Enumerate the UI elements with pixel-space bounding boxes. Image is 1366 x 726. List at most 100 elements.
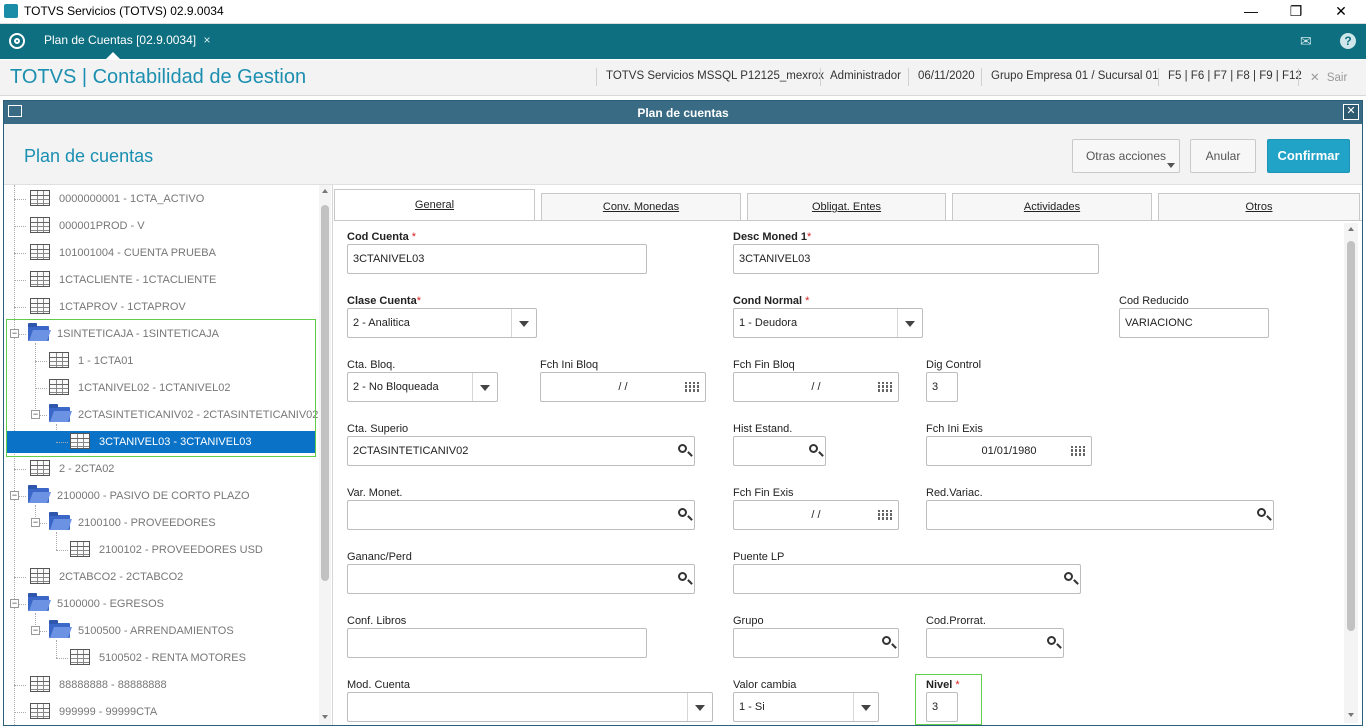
desc-moned1-input[interactable]: 3CTANIVEL03 bbox=[733, 244, 1099, 274]
dig-control-input[interactable]: 3 bbox=[926, 372, 958, 402]
dropdown-arrow-icon[interactable] bbox=[853, 693, 878, 721]
collapse-icon[interactable]: − bbox=[31, 518, 40, 527]
collapse-icon[interactable]: − bbox=[31, 626, 40, 635]
cta-bloq-select[interactable]: 2 - No Bloqueada bbox=[347, 372, 498, 402]
conf-libros-input[interactable] bbox=[347, 628, 647, 658]
tree-node[interactable]: 101001004 - CUENTA PRUEBA bbox=[4, 242, 316, 264]
search-icon[interactable] bbox=[1064, 572, 1073, 581]
mod-cuenta-label: Mod. Cuenta bbox=[347, 679, 410, 691]
confirm-button[interactable]: Confirmar bbox=[1267, 139, 1350, 173]
cond-normal-select[interactable]: 1 - Deudora bbox=[733, 308, 923, 338]
scroll-down-icon[interactable] bbox=[1348, 713, 1354, 717]
tree-node[interactable]: − 1SINTETICAJA - 1SINTETICAJA bbox=[4, 323, 316, 345]
scroll-up-icon[interactable] bbox=[322, 189, 328, 193]
search-icon[interactable] bbox=[678, 508, 687, 517]
dialog-close-button[interactable]: ✕ bbox=[1343, 104, 1359, 120]
tree-node[interactable]: 1CTANIVEL02 - 1CTANIVEL02 bbox=[4, 377, 316, 399]
tree-scrollbar[interactable] bbox=[319, 185, 331, 725]
dropdown-arrow-icon[interactable] bbox=[897, 309, 922, 337]
clase-cuenta-select[interactable]: 2 - Analitica bbox=[347, 308, 537, 338]
tree-node[interactable]: 1CTACLIENTE - 1CTACLIENTE bbox=[4, 269, 316, 291]
tree-node[interactable]: 1CTAPROV - 1CTAPROV bbox=[4, 296, 316, 318]
form-scrollbar[interactable] bbox=[1344, 223, 1358, 723]
scroll-up-icon[interactable] bbox=[1348, 227, 1354, 231]
tree-node-label: 000001PROD - V bbox=[59, 220, 145, 232]
shortcut-keys[interactable]: F5 | F6 | F7 | F8 | F9 | F12 bbox=[1168, 70, 1302, 82]
calendar-icon[interactable] bbox=[878, 510, 892, 521]
grupo-input[interactable] bbox=[733, 628, 899, 658]
red-variac-input[interactable] bbox=[926, 500, 1274, 530]
fch-ini-exis-input[interactable]: 01/01/1980 bbox=[926, 436, 1092, 466]
other-actions-button[interactable]: Otras acciones bbox=[1072, 139, 1180, 173]
exit-button[interactable]: ✕ Sair bbox=[1310, 70, 1347, 84]
dropdown-arrow-icon[interactable] bbox=[687, 693, 712, 721]
close-window-button[interactable]: ✕ bbox=[1318, 0, 1364, 23]
restore-button[interactable]: ❐ bbox=[1273, 0, 1319, 23]
mod-cuenta-select[interactable] bbox=[347, 692, 713, 722]
collapse-icon[interactable]: − bbox=[10, 599, 19, 608]
tree-node[interactable]: 000001PROD - V bbox=[4, 215, 316, 237]
fch-ini-bloq-input[interactable]: / / bbox=[540, 372, 706, 402]
hist-estand-input[interactable] bbox=[733, 436, 826, 466]
search-icon[interactable] bbox=[809, 444, 818, 453]
cod-reducido-input[interactable]: VARIACIONC bbox=[1119, 308, 1269, 338]
form-scroll-thumb[interactable] bbox=[1347, 241, 1355, 631]
tree-node[interactable]: − 2CTASINTETICANIV02 - 2CTASINTETICANIV02 bbox=[4, 404, 318, 426]
fch-fin-exis-input[interactable]: / / bbox=[733, 500, 899, 530]
cancel-button[interactable]: Anular bbox=[1190, 139, 1256, 173]
tree-scroll-thumb[interactable] bbox=[321, 205, 329, 581]
tab-close-icon[interactable]: × bbox=[203, 33, 210, 47]
totvs-logo-icon[interactable] bbox=[9, 33, 25, 49]
tree-node[interactable]: − 5100000 - EGRESOS bbox=[4, 593, 316, 615]
cod-cuenta-input[interactable]: 3CTANIVEL03 bbox=[347, 244, 647, 274]
ganan-perd-input[interactable] bbox=[347, 564, 695, 594]
tab-conv-monedas[interactable]: Conv. Monedas bbox=[541, 193, 741, 220]
tree-node[interactable]: 0000000001 - 1CTA_ACTIVO bbox=[4, 188, 316, 210]
tree-node[interactable]: 2100102 - PROVEEDORES USD bbox=[4, 539, 316, 561]
dropdown-arrow-icon[interactable] bbox=[472, 373, 497, 401]
dropdown-arrow-icon[interactable] bbox=[511, 309, 536, 337]
tree-node-label: 1SINTETICAJA - 1SINTETICAJA bbox=[57, 328, 219, 340]
cod-prorrat-input[interactable] bbox=[926, 628, 1064, 658]
valor-cambia-select[interactable]: 1 - Si bbox=[733, 692, 879, 722]
search-icon[interactable] bbox=[1047, 636, 1056, 645]
nivel-input[interactable]: 3 bbox=[926, 692, 958, 722]
collapse-icon[interactable]: − bbox=[10, 329, 19, 338]
tree-node[interactable]: 1 - 1CTA01 bbox=[4, 350, 316, 372]
tab-plan-de-cuentas[interactable]: Plan de Cuentas [02.9.0034] × bbox=[36, 24, 218, 59]
tree-node[interactable]: 999999 - 99999CTA bbox=[4, 701, 316, 723]
calendar-icon[interactable] bbox=[1071, 446, 1085, 457]
app-icon bbox=[4, 4, 18, 18]
search-icon[interactable] bbox=[1257, 508, 1266, 517]
tab-actividades[interactable]: Actividades bbox=[952, 193, 1152, 220]
search-icon[interactable] bbox=[678, 572, 687, 581]
search-icon[interactable] bbox=[882, 636, 891, 645]
cta-superio-input[interactable]: 2CTASINTETICANIV02 bbox=[347, 436, 695, 466]
tree-node[interactable]: 2CTABCO2 - 2CTABCO2 bbox=[4, 566, 316, 588]
tab-otros[interactable]: Otros bbox=[1158, 193, 1360, 220]
red-variac-label: Red.Variac. bbox=[926, 487, 983, 499]
calendar-icon[interactable] bbox=[685, 382, 699, 393]
collapse-icon[interactable]: − bbox=[10, 491, 19, 500]
help-icon[interactable]: ? bbox=[1340, 33, 1356, 49]
puente-lp-input[interactable] bbox=[733, 564, 1081, 594]
collapse-icon[interactable]: − bbox=[31, 410, 40, 419]
calendar-icon[interactable] bbox=[878, 382, 892, 393]
tab-obligat-entes[interactable]: Obligat. Entes bbox=[747, 193, 946, 220]
tree-node[interactable]: − 2100000 - PASIVO DE CORTO PLAZO bbox=[4, 485, 316, 507]
tree-node[interactable]: 88888888 - 88888888 bbox=[4, 674, 316, 696]
tree-node[interactable]: 2 - 2CTA02 bbox=[4, 458, 316, 480]
table-icon bbox=[30, 298, 50, 314]
minimize-button[interactable]: — bbox=[1228, 0, 1274, 23]
cond-normal-value: 1 - Deudora bbox=[739, 317, 798, 329]
scroll-down-icon[interactable] bbox=[322, 715, 328, 719]
tree-node[interactable]: 3CTANIVEL03 - 3CTANIVEL03 bbox=[6, 431, 316, 453]
tree-node[interactable]: − 5100500 - ARRENDAMIENTOS bbox=[4, 620, 316, 642]
tree-node[interactable]: − 2100100 - PROVEEDORES bbox=[4, 512, 316, 534]
tree-node[interactable]: 5100502 - RENTA MOTORES bbox=[4, 647, 316, 669]
search-icon[interactable] bbox=[678, 444, 687, 453]
mail-icon[interactable]: ✉ bbox=[1300, 33, 1312, 50]
fch-fin-bloq-input[interactable]: / / bbox=[733, 372, 899, 402]
tab-general[interactable]: General bbox=[334, 189, 535, 220]
var-monet-input[interactable] bbox=[347, 500, 695, 530]
